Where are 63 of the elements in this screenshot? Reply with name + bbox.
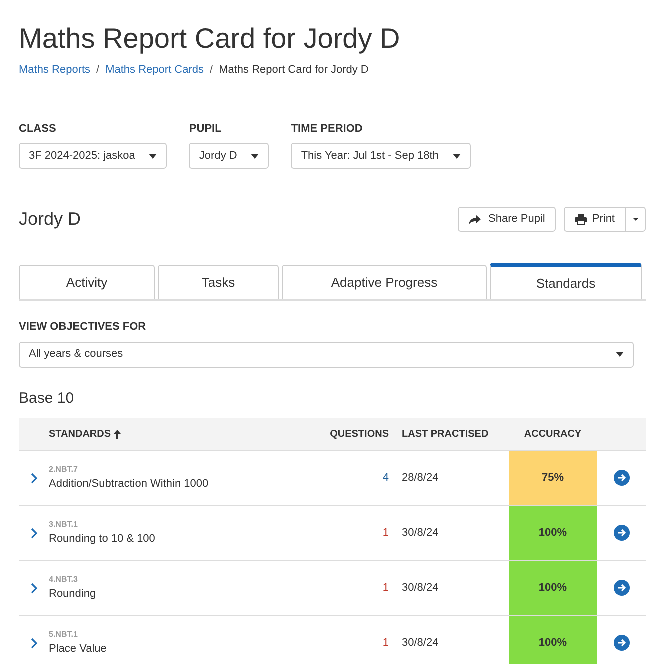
- caret-icon: [149, 154, 158, 158]
- column-header: QUESTIONS: [329, 428, 389, 442]
- print-button[interactable]: Print: [564, 207, 626, 232]
- section-title: Base 10: [19, 388, 76, 408]
- caret-icon: [632, 218, 638, 221]
- accuracy-cell: 75%: [509, 451, 597, 505]
- column-header: ACCURACY: [523, 428, 583, 442]
- breadcrumb-current: Maths Report Card for Jordy D: [219, 63, 369, 78]
- filter-label: TIME PERIOD: [291, 122, 364, 136]
- arrow-circle-icon[interactable]: [614, 580, 630, 596]
- arrow-circle-icon[interactable]: [614, 470, 630, 486]
- expand-chevron-icon[interactable]: [30, 528, 38, 538]
- sort-arrow-icon: [114, 430, 122, 438]
- accuracy-cell: 100%: [509, 506, 597, 560]
- questions-count: 1: [382, 636, 389, 651]
- standard-name: Place Value: [49, 642, 108, 657]
- share-button[interactable]: Share Pupil: [458, 207, 556, 232]
- page-title: Maths Report Card for Jordy D: [19, 22, 402, 56]
- filter-dropdown[interactable]: This Year: Jul 1st - Sep 18th: [291, 143, 471, 169]
- arrow-circle-icon[interactable]: [614, 635, 630, 651]
- print-options-button[interactable]: [626, 207, 646, 232]
- accuracy-cell: 100%: [509, 561, 597, 615]
- caret-icon: [452, 154, 461, 158]
- expand-chevron-icon[interactable]: [30, 472, 38, 484]
- accuracy-cell: 100%: [509, 616, 597, 664]
- standard-name: Rounding to 10 & 100: [49, 532, 156, 547]
- pupil-name: Jordy D: [19, 208, 82, 231]
- tab[interactable]: Activity: [19, 265, 155, 299]
- breadcrumb-separator: /: [96, 63, 100, 78]
- tab[interactable]: Adaptive Progress: [282, 265, 487, 299]
- questions-count: 1: [382, 526, 389, 541]
- last-practised-date: 30/8/24: [401, 526, 440, 541]
- standard-code: 3.NBT.1: [49, 518, 79, 531]
- caret-icon: [616, 352, 624, 357]
- last-practised-date: 30/8/24: [401, 636, 440, 651]
- last-practised-date: 28/8/24: [401, 470, 440, 486]
- column-header[interactable]: STANDARDS: [49, 426, 112, 442]
- breadcrumb-separator: /: [210, 63, 214, 78]
- filter-label: CLASS: [19, 122, 58, 136]
- filter-dropdown[interactable]: 3F 2024-2025: jaskoa: [19, 143, 168, 169]
- share-icon: [468, 214, 480, 224]
- breadcrumb-link[interactable]: Maths Reports: [19, 62, 91, 78]
- questions-count: 1: [382, 580, 389, 596]
- objectives-dropdown[interactable]: All years & courses: [19, 342, 634, 368]
- expand-chevron-icon[interactable]: [30, 582, 38, 594]
- expand-chevron-icon[interactable]: [30, 638, 38, 648]
- filter-label: PUPIL: [189, 122, 223, 136]
- tab[interactable]: Standards: [490, 263, 642, 299]
- tab[interactable]: Tasks: [158, 265, 279, 299]
- caret-icon: [251, 154, 260, 158]
- filter-dropdown[interactable]: Jordy D: [189, 143, 270, 169]
- questions-count: 4: [382, 470, 389, 486]
- printer-icon: [575, 214, 588, 225]
- last-practised-date: 30/8/24: [401, 580, 440, 596]
- standard-name: Rounding: [49, 586, 98, 602]
- standard-code: 5.NBT.1: [49, 628, 79, 641]
- objectives-label: VIEW OBJECTIVES FOR: [19, 320, 148, 335]
- standard-code: 4.NBT.3: [49, 574, 79, 586]
- arrow-circle-icon[interactable]: [614, 525, 630, 541]
- breadcrumb-link[interactable]: Maths Report Cards: [106, 62, 204, 78]
- standard-code: 2.NBT.7: [49, 464, 79, 476]
- standard-name: Addition/Subtraction Within 1000: [49, 476, 210, 492]
- column-header: LAST PRACTISED: [401, 428, 490, 442]
